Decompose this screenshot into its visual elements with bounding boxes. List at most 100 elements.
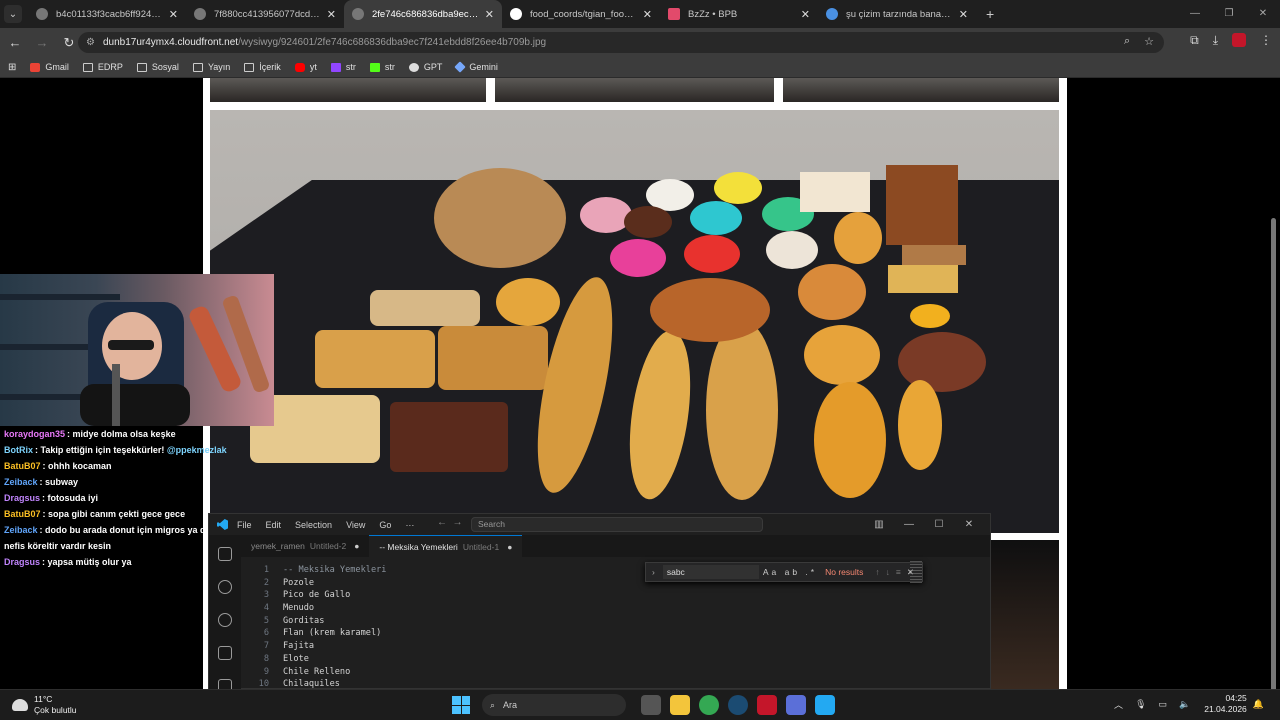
browser-tab[interactable]: BzZz • BPB ✕	[660, 0, 818, 28]
bookmark-item[interactable]: Gemini	[454, 61, 498, 73]
chat-username[interactable]: Zeiback	[4, 525, 38, 535]
chat-username[interactable]: koraydogan35	[4, 429, 65, 439]
chat-username[interactable]: BatuB07	[4, 509, 41, 519]
food-render-image[interactable]	[210, 110, 1059, 533]
taskbar-search[interactable]: ⌕ Ara	[482, 694, 626, 716]
browser-tab[interactable]: 7f880cc413956077dcdbb2fbfa7 ✕	[186, 0, 344, 28]
url-text[interactable]: dunb17ur4ymx4.cloudfront.net/wysiwyg/924…	[103, 37, 546, 48]
maximize-icon[interactable]: ☐	[924, 514, 954, 535]
thumbnail-image[interactable]	[495, 78, 774, 102]
menu-item[interactable]: Edit	[266, 520, 282, 530]
start-icon[interactable]	[452, 696, 470, 714]
find-navigation-icon[interactable]: ↑↓≡	[875, 567, 906, 577]
chat-username[interactable]: Dragsus	[4, 557, 40, 567]
download-icon[interactable]: ⤓	[1213, 33, 1218, 48]
bookmark-item[interactable]: str	[369, 62, 395, 72]
menu-item[interactable]: ···	[405, 520, 414, 530]
microphone-icon[interactable]: 🎙	[1135, 699, 1146, 710]
close-window-icon[interactable]: ✕	[1246, 0, 1280, 28]
bookmark-star-icon[interactable]: ☆	[1144, 35, 1154, 48]
code-editor[interactable]: 1 -- Meksika Yemekleri 2 Pozole 3 Pico de Gal…	[241, 557, 990, 689]
bookmark-item[interactable]: EDRP	[82, 62, 123, 72]
browser-tab[interactable]: food_coords/tgian_food_jobs/b ✕	[502, 0, 660, 28]
chat-username[interactable]: Dragsus	[4, 493, 40, 503]
minimize-icon[interactable]: —	[894, 514, 924, 535]
menu-icon[interactable]: ⋮	[1260, 33, 1272, 48]
layout-icon[interactable]: ▥	[864, 514, 894, 535]
network-icon[interactable]: ▭	[1159, 699, 1168, 710]
thumbnail-image[interactable]	[990, 540, 1059, 689]
close-tab-icon[interactable]: ✕	[959, 8, 968, 21]
chrome-icon[interactable]	[698, 695, 719, 715]
site-info-icon[interactable]: ⚙	[86, 37, 95, 48]
extension-icon[interactable]	[1232, 33, 1246, 47]
menu-item[interactable]: Selection	[295, 520, 332, 530]
unsaved-dot-icon[interactable]: ●	[354, 535, 359, 557]
code-line[interactable]: 9 Chile Relleno	[241, 666, 990, 679]
bookmark-item[interactable]: GPT	[408, 62, 442, 72]
code-line[interactable]: 3 Pico de Gallo	[241, 589, 990, 602]
vscode-icon[interactable]	[814, 695, 835, 715]
bookmark-item[interactable]: Sosyal	[136, 62, 179, 72]
zoom-icon[interactable]: ⌕	[1124, 35, 1130, 48]
nav-arrows-icon[interactable]: ← →	[437, 517, 463, 528]
code-line[interactable]: 5 Gorditas	[241, 615, 990, 628]
command-center-search[interactable]: Search	[471, 517, 763, 532]
omnibox[interactable]: ⚙ dunb17ur4ymx4.cloudfront.net/wysiwyg/9…	[78, 32, 1164, 53]
app-icon[interactable]	[785, 695, 806, 715]
thumbnail-image[interactable]	[783, 78, 1059, 102]
acrobat-icon[interactable]	[756, 695, 777, 715]
browser-tab[interactable]: b4c01133f3cacb6ff9249aa0031 ✕	[28, 0, 186, 28]
source-control-icon[interactable]	[218, 613, 232, 627]
bookmark-item[interactable]: yt	[294, 62, 317, 72]
menu-item[interactable]: File	[237, 520, 252, 530]
volume-icon[interactable]: 🔈	[1179, 699, 1190, 710]
back-icon[interactable]: ←	[3, 35, 27, 50]
maximize-icon[interactable]: ❐	[1212, 0, 1246, 28]
chevron-right-icon[interactable]: ›	[652, 567, 655, 577]
code-line[interactable]: 4 Menudo	[241, 602, 990, 615]
task-view-icon[interactable]	[640, 695, 661, 715]
tab-search-button[interactable]: ⌄	[4, 5, 22, 23]
close-tab-icon[interactable]: ✕	[643, 8, 652, 21]
close-window-icon[interactable]: ✕	[954, 514, 984, 535]
chat-mention[interactable]: @ppekmezlak	[167, 445, 227, 455]
browser-tab[interactable]: 2fe746c686836dba9ec7f241eb ✕	[344, 0, 502, 28]
menu-item[interactable]: View	[346, 520, 365, 530]
editor-tab[interactable]: yemek_ramen Untitled-2 ●	[241, 535, 369, 557]
minimize-icon[interactable]: —	[1178, 0, 1212, 28]
close-tab-icon[interactable]: ✕	[327, 8, 336, 21]
find-options-icon[interactable]: Aa ab .*	[763, 567, 817, 577]
unsaved-dot-icon[interactable]: ●	[507, 536, 512, 558]
steam-icon[interactable]	[727, 695, 748, 715]
chat-username[interactable]: BotRix	[4, 445, 33, 455]
code-line[interactable]: 8 Elote	[241, 653, 990, 666]
editor-tab[interactable]: -- Meksika Yemekleri Untitled-1 ●	[369, 535, 523, 558]
bookmark-item[interactable]: Yayın	[192, 62, 230, 72]
forward-icon[interactable]: →	[30, 35, 54, 50]
page-scrollbar[interactable]	[1271, 218, 1276, 708]
thumbnail-image[interactable]	[210, 78, 486, 102]
menu-item[interactable]: Go	[379, 520, 391, 530]
weather-widget[interactable]: 11°C Çok bulutlu	[12, 694, 77, 716]
apps-icon[interactable]: ⊞	[8, 62, 16, 73]
bookmark-item[interactable]: str	[330, 62, 356, 72]
minimap[interactable]	[910, 561, 922, 583]
explorer-icon[interactable]	[218, 547, 232, 561]
new-tab-button[interactable]: +	[986, 6, 994, 22]
chevron-up-icon[interactable]: ︿	[1114, 698, 1123, 711]
browser-tab[interactable]: şu çizim tarzında bana arka pla ✕	[818, 0, 976, 28]
bookmark-item[interactable]: İçerik	[244, 62, 281, 72]
chat-username[interactable]: BatuB07	[4, 461, 41, 471]
extensions-icon[interactable]: ⧉	[1190, 33, 1199, 48]
find-input[interactable]: sabc	[662, 565, 759, 579]
close-tab-icon[interactable]: ✕	[169, 8, 178, 21]
code-line[interactable]: 6 Flan (krem karamel)	[241, 627, 990, 640]
search-icon[interactable]	[218, 580, 232, 594]
close-tab-icon[interactable]: ✕	[485, 8, 494, 21]
run-debug-icon[interactable]	[218, 646, 232, 660]
notification-icon[interactable]: 🔔	[1253, 699, 1264, 710]
file-explorer-icon[interactable]	[669, 695, 690, 715]
chat-username[interactable]: Zeiback	[4, 477, 38, 487]
bookmark-item[interactable]: Gmail	[30, 62, 69, 72]
